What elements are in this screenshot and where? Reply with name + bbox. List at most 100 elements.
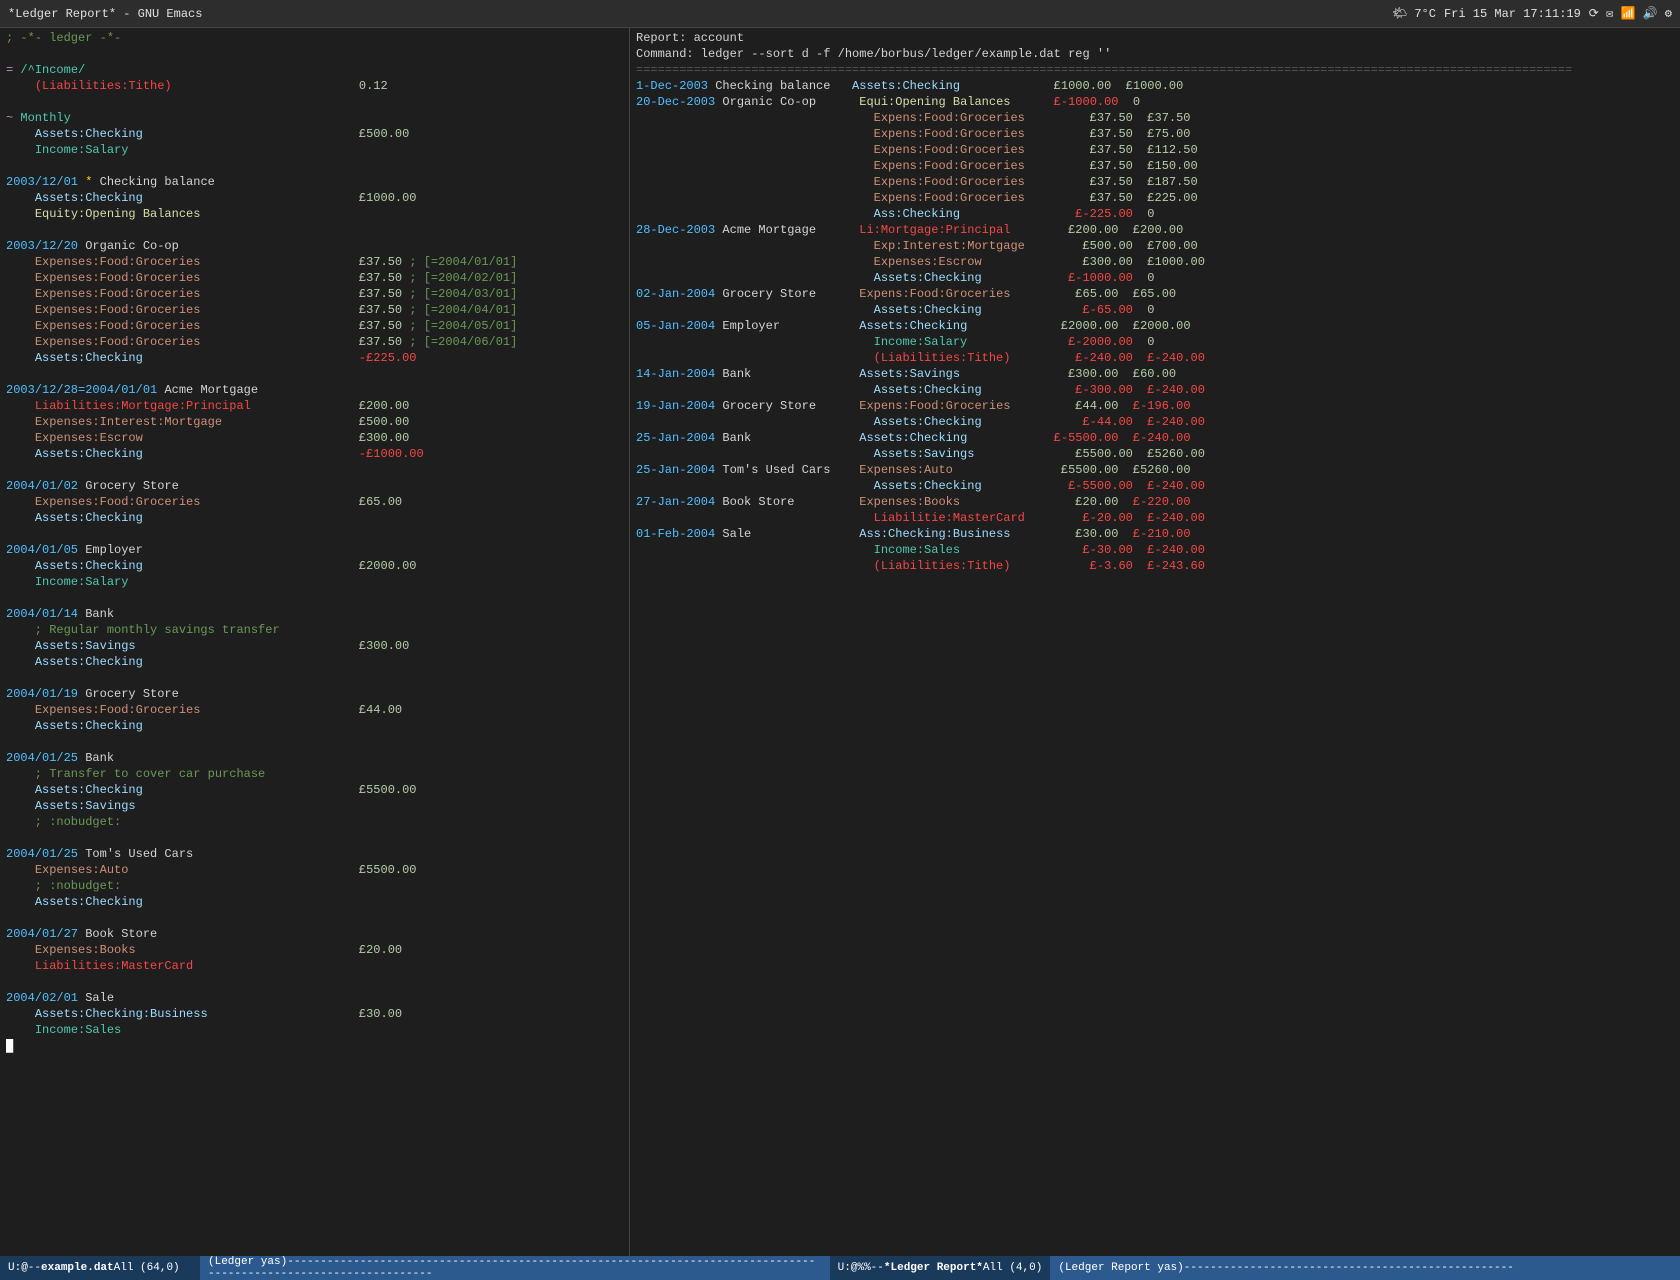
report-command: Command: ledger --sort d -f /home/borbus… (630, 46, 1680, 62)
report-entry-line: Expens:Food:Groceries £37.50 £150.00 (630, 158, 1680, 174)
left-pane-line: 2004/01/14 Bank (0, 606, 629, 622)
left-pane-line: Assets:Savings (0, 798, 629, 814)
report-entry-line: 25-Jan-2004 Tom's Used Cars Expenses:Aut… (630, 462, 1680, 478)
title-bar-right: 🌤 7°C Fri 15 Mar 17:11:19 ⟳ ✉ 📶 🔊 ⚙ (1392, 6, 1672, 21)
status-mode-right: U:@%%-- (838, 1262, 884, 1274)
left-pane-line: ; :nobudget: (0, 878, 629, 894)
report-entry-line: Income:Sales £-30.00 £-240.00 (630, 542, 1680, 558)
status-mode-left: U:@-- (8, 1262, 41, 1274)
weather-display: 🌤 7°C (1392, 6, 1436, 21)
left-pane-line: Income:Sales (0, 1022, 629, 1038)
left-pane-line: Assets:Savings £300.00 (0, 638, 629, 654)
report-entry-line: Assets:Savings £5500.00 £5260.00 (630, 446, 1680, 462)
left-pane-line (0, 158, 629, 174)
left-pane-line: ; :nobudget: (0, 814, 629, 830)
report-entry-line: Expens:Food:Groceries £37.50 £225.00 (630, 190, 1680, 206)
datetime-display: Fri 15 Mar 17:11:19 (1444, 7, 1581, 21)
report-entry-line: 02-Jan-2004 Grocery Store Expens:Food:Gr… (630, 286, 1680, 302)
left-pane-line (0, 366, 629, 382)
right-pane: Report: accountCommand: ledger --sort d … (630, 28, 1680, 1256)
status-right-section: U:@%%-- *Ledger Report* All (4,0) (830, 1256, 1051, 1280)
left-pane-line (0, 222, 629, 238)
left-pane-line: ; Transfer to cover car purchase (0, 766, 629, 782)
left-pane-line (0, 670, 629, 686)
report-entry-line: Exp:Interest:Mortgage £500.00 £700.00 (630, 238, 1680, 254)
report-entry-line: 20-Dec-2003 Organic Co-op Equi:Opening B… (630, 94, 1680, 110)
report-entry-line: (Liabilities:Tithe) £-240.00 £-240.00 (630, 350, 1680, 366)
left-pane-line: Expenses:Food:Groceries £37.50 ; [=2004/… (0, 270, 629, 286)
status-filename-left: example.dat (41, 1262, 114, 1274)
report-entry-line: Assets:Checking £-5500.00 £-240.00 (630, 478, 1680, 494)
status-major-left: (Ledger yas)----------------------------… (208, 1256, 815, 1280)
left-pane-line (0, 462, 629, 478)
left-pane-line: Expenses:Food:Groceries £37.50 ; [=2004/… (0, 302, 629, 318)
report-entry-line: 19-Jan-2004 Grocery Store Expens:Food:Gr… (630, 398, 1680, 414)
report-entry-line: 27-Jan-2004 Book Store Expenses:Books £2… (630, 494, 1680, 510)
left-pane-line: Assets:Checking £500.00 (0, 126, 629, 142)
left-pane-line: Expenses:Food:Groceries £37.50 ; [=2004/… (0, 286, 629, 302)
left-pane-line: 2004/01/25 Bank (0, 750, 629, 766)
status-bar: U:@-- example.dat All (64,0) (Ledger yas… (0, 1256, 1680, 1280)
status-major-right: (Ledger Report yas)---------------------… (1058, 1262, 1513, 1274)
status-left: U:@-- example.dat All (64,0) (0, 1256, 200, 1280)
left-pane-line: Expenses:Food:Groceries £65.00 (0, 494, 629, 510)
left-pane-line: 2004/01/19 Grocery Store (0, 686, 629, 702)
left-pane-line: █ (0, 1038, 629, 1054)
left-pane-line (0, 94, 629, 110)
left-pane-line: Expenses:Food:Groceries £37.50 ; [=2004/… (0, 254, 629, 270)
status-middle: (Ledger yas)----------------------------… (200, 1256, 830, 1280)
left-pane-line: 2003/12/28=2004/01/01 Acme Mortgage (0, 382, 629, 398)
report-header: Report: account (630, 30, 1680, 46)
report-entry-line: Expens:Food:Groceries £37.50 £37.50 (630, 110, 1680, 126)
left-pane-line: Liabilities:MasterCard (0, 958, 629, 974)
report-entry-line: Ass:Checking £-225.00 0 (630, 206, 1680, 222)
left-pane-line: Assets:Checking (0, 510, 629, 526)
left-pane-line: Income:Salary (0, 142, 629, 158)
left-pane-line: Equity:Opening Balances (0, 206, 629, 222)
left-pane-line: ; Regular monthly savings transfer (0, 622, 629, 638)
report-entry-line: 25-Jan-2004 Bank Assets:Checking £-5500.… (630, 430, 1680, 446)
report-entry-line: 1-Dec-2003 Checking balance Assets:Check… (630, 78, 1680, 94)
report-entry-line: Income:Salary £-2000.00 0 (630, 334, 1680, 350)
left-pane-line: Assets:Checking (0, 654, 629, 670)
left-pane-line: Expenses:Food:Groceries £44.00 (0, 702, 629, 718)
report-entry-line: Assets:Checking £-1000.00 0 (630, 270, 1680, 286)
left-pane-line (0, 46, 629, 62)
left-pane-line: ; -*- ledger -*- (0, 30, 629, 46)
left-pane-line (0, 830, 629, 846)
left-pane-line: Expenses:Escrow £300.00 (0, 430, 629, 446)
left-pane-line: Assets:Checking £2000.00 (0, 558, 629, 574)
left-pane-line: Income:Salary (0, 574, 629, 590)
status-right-middle: (Ledger Report yas)---------------------… (1050, 1262, 1680, 1274)
left-pane-line: Assets:Checking (0, 894, 629, 910)
status-filename-right: *Ledger Report* (884, 1262, 983, 1274)
left-pane-line (0, 974, 629, 990)
report-entry-line: 01-Feb-2004 Sale Ass:Checking:Business £… (630, 526, 1680, 542)
report-entry-line: (Liabilities:Tithe) £-3.60 £-243.60 (630, 558, 1680, 574)
report-entry-line: Expens:Food:Groceries £37.50 £75.00 (630, 126, 1680, 142)
left-pane-line: 2004/01/05 Employer (0, 542, 629, 558)
report-entry-line: 05-Jan-2004 Employer Assets:Checking £20… (630, 318, 1680, 334)
left-pane-line: Assets:Checking £5500.00 (0, 782, 629, 798)
report-entry-line: 28-Dec-2003 Acme Mortgage Li:Mortgage:Pr… (630, 222, 1680, 238)
left-pane-line: 2003/12/01 * Checking balance (0, 174, 629, 190)
left-pane-line: (Liabilities:Tithe) 0.12 (0, 78, 629, 94)
report-entry-line: Expens:Food:Groceries £37.50 £187.50 (630, 174, 1680, 190)
left-pane-line: 2004/01/25 Tom's Used Cars (0, 846, 629, 862)
left-pane-line: Expenses:Interest:Mortgage £500.00 (0, 414, 629, 430)
left-pane-line: 2004/01/02 Grocery Store (0, 478, 629, 494)
left-pane-line: Expenses:Books £20.00 (0, 942, 629, 958)
report-entry-line: Assets:Checking £-44.00 £-240.00 (630, 414, 1680, 430)
report-divider: ========================================… (630, 62, 1680, 78)
status-position-left: All (64,0) (114, 1262, 180, 1274)
left-pane-line: Expenses:Food:Groceries £37.50 ; [=2004/… (0, 334, 629, 350)
left-pane: ; -*- ledger -*- = /^Income/ (Liabilitie… (0, 28, 630, 1256)
left-pane-line: Expenses:Food:Groceries £37.50 ; [=2004/… (0, 318, 629, 334)
left-pane-line: Assets:Checking £1000.00 (0, 190, 629, 206)
left-pane-line: Assets:Checking -£1000.00 (0, 446, 629, 462)
report-entry-line: Expens:Food:Groceries £37.50 £112.50 (630, 142, 1680, 158)
left-pane-line: Assets:Checking -£225.00 (0, 350, 629, 366)
status-position-right: All (4,0) (983, 1262, 1042, 1274)
left-pane-line: Assets:Checking:Business £30.00 (0, 1006, 629, 1022)
report-entry-line: Liabilitie:MasterCard £-20.00 £-240.00 (630, 510, 1680, 526)
